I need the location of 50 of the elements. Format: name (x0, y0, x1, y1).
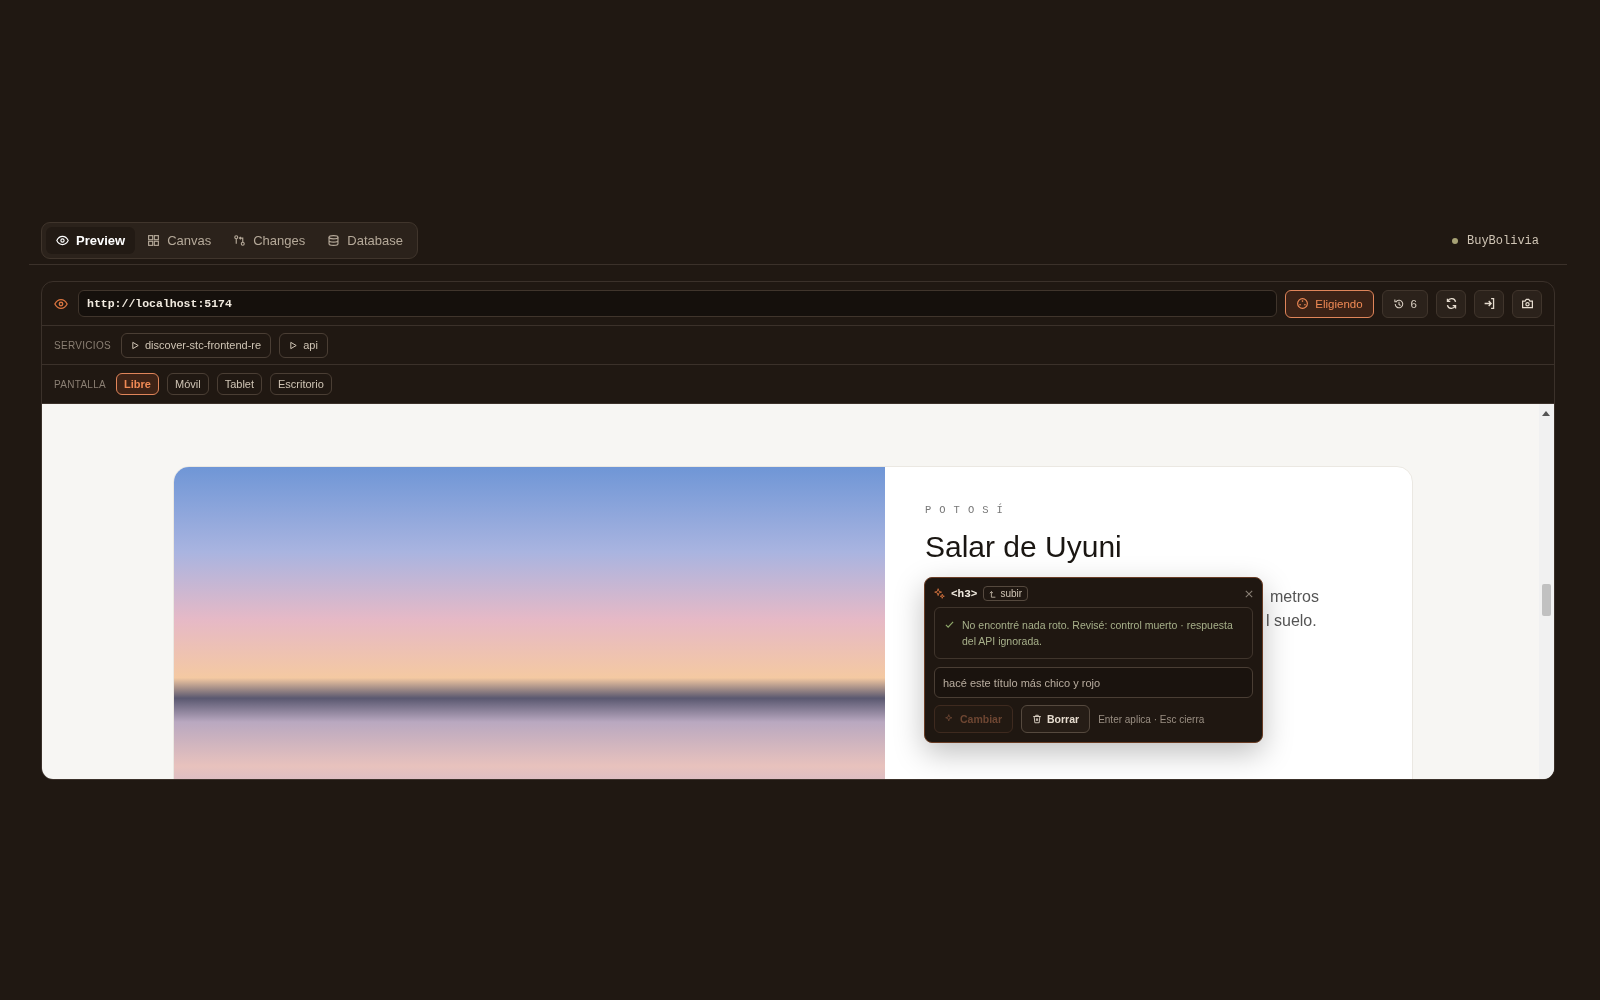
refresh-button[interactable] (1436, 289, 1466, 318)
row-label: PANTALLA (54, 378, 107, 390)
tab[interactable]: Database (317, 227, 413, 254)
crosshair-icon (1296, 297, 1310, 310)
project-name: BuyBolivia (1467, 233, 1539, 248)
row-label: SERVICIOS (54, 339, 111, 351)
service-button[interactable]: discover-stc-frontend-re (121, 332, 272, 358)
camera-icon (1520, 297, 1534, 310)
keyboard-hint: Enter aplica · Esc cierra (1098, 713, 1205, 725)
status-dot (1452, 237, 1458, 244)
close-icon[interactable] (1245, 589, 1253, 598)
grid-icon (147, 234, 161, 247)
enter-button[interactable] (1474, 289, 1504, 318)
screen-size-button[interactable]: Móvil (166, 373, 209, 395)
place-title: Salar de Uyuni (925, 530, 1123, 564)
database-icon (327, 234, 341, 247)
history-button[interactable]: 6 (1381, 289, 1428, 318)
tab[interactable]: Preview (46, 227, 136, 254)
tab[interactable]: Changes (223, 227, 316, 254)
screen-size-button[interactable]: Tablet (216, 373, 262, 395)
screen-size-button[interactable]: Libre (116, 373, 159, 395)
picking-button[interactable]: Eligiendo (1285, 289, 1374, 318)
eye-icon (54, 296, 68, 311)
check-icon (945, 620, 954, 629)
refresh-icon (1444, 297, 1458, 310)
history-icon (1392, 297, 1405, 310)
trash-icon (1032, 714, 1042, 724)
description-text: l suelo. (1266, 611, 1317, 631)
eye-icon (56, 234, 69, 247)
result-text: No encontré nada roto. Revisé: control muerto · respuesta del API ignorada. (962, 618, 1234, 649)
tab[interactable]: Canvas (137, 227, 222, 254)
parent-button[interactable]: subir (983, 586, 1029, 601)
instruction-field[interactable]: hacé este título más chico y rojo (934, 667, 1253, 698)
scroll-up-icon[interactable] (1542, 410, 1550, 416)
sparkle-icon (934, 588, 945, 599)
url-field[interactable]: http://localhost:5174 (78, 290, 1278, 317)
enter-icon (1482, 297, 1496, 310)
compare-icon (233, 234, 247, 247)
play-icon (131, 340, 140, 350)
scrollbar[interactable] (1539, 404, 1554, 779)
description-text: metros (1270, 587, 1319, 607)
sparkle-icon (945, 714, 955, 724)
element-tag: <h3> (951, 587, 978, 600)
arrow-up-icon (989, 589, 998, 598)
camera-button[interactable] (1512, 289, 1542, 318)
screen-size-button[interactable]: Escritorio (270, 373, 332, 395)
delete-button[interactable]: Borrar (1021, 705, 1091, 733)
play-icon (289, 340, 299, 350)
region-label: POTOSÍ (925, 504, 1012, 516)
service-button[interactable]: api (279, 332, 328, 358)
